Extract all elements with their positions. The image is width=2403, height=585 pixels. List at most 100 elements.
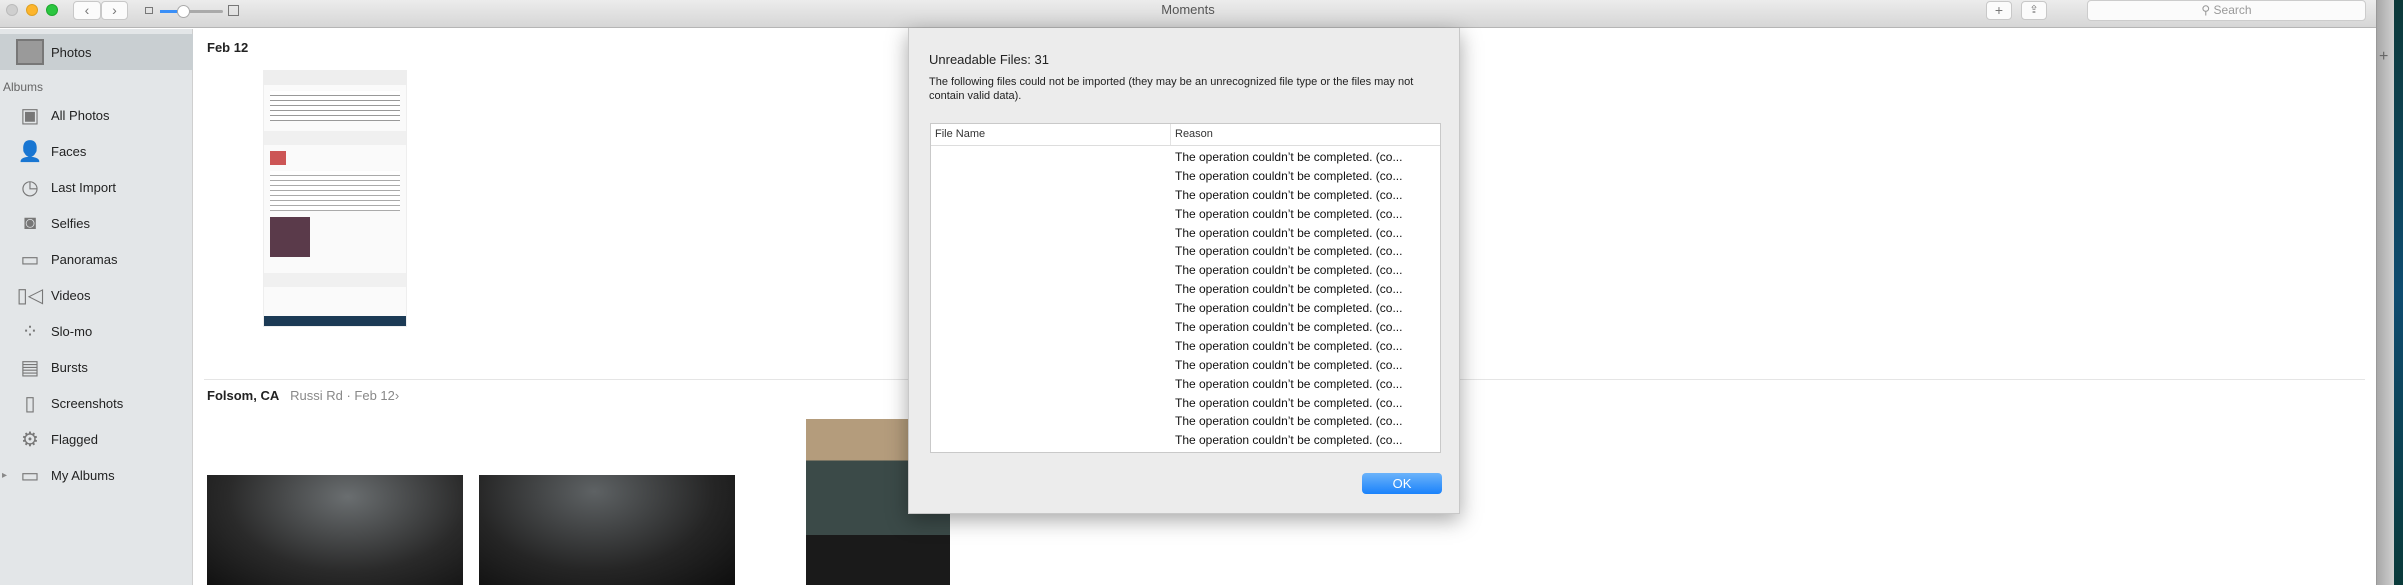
sidebar-item-slo-mo[interactable]: ⁘ Slo-mo [0,314,193,348]
search-field[interactable]: ⚲ Search [2087,0,2366,21]
table-row[interactable]: The operation couldn’t be completed. (co… [931,375,1440,394]
reason-cell: The operation couldn’t be completed. (co… [1175,301,1403,316]
column-header-reason[interactable]: Reason [1171,124,1213,145]
photo-thumbnail-screenshot[interactable] [263,70,407,327]
sidebar: Photos Albums ▣ All Photos 👤 Faces ◷ Last Imp… [0,29,193,585]
table-row[interactable]: The operation couldn’t be completed. (co… [931,299,1440,318]
table-row[interactable]: The operation couldn’t be completed. (co… [931,186,1440,205]
sidebar-item-photos[interactable]: Photos [0,34,193,70]
sidebar-item-videos[interactable]: ▯◁ Videos [0,278,193,312]
person-icon: 👤 [17,140,43,163]
file-name-cell [931,318,1171,337]
reason-cell: The operation couldn’t be completed. (co… [1175,225,1403,240]
bursts-icon: ▤ [20,356,40,379]
sidebar-item-label: Bursts [51,359,88,375]
photo-thumbnail[interactable] [479,475,735,585]
file-name-cell [931,280,1171,299]
photo-thumbnail[interactable] [207,475,463,585]
sidebar-item-label: Videos [51,287,91,303]
table-row[interactable]: The operation couldn’t be completed. (co… [931,280,1440,299]
table-row[interactable]: The operation couldn’t be completed. (co… [931,318,1440,337]
photos-icon [16,38,44,66]
sidebar-item-label: All Photos [51,107,110,123]
sidebar-item-selfies[interactable]: ◙ Selfies [0,206,193,240]
reason-cell: The operation couldn’t be completed. (co… [1175,150,1403,164]
video-icon: ▯◁ [16,284,44,307]
reason-cell: The operation couldn’t be completed. (co… [1175,187,1403,202]
reason-cell: The operation couldn’t be completed. (co… [1175,282,1403,297]
table-row[interactable]: The operation couldn’t be completed. (co… [931,431,1440,450]
share-button[interactable]: ⇪ [2021,1,2047,20]
file-name-cell [931,412,1171,431]
share-icon: ⇪ [2029,4,2039,16]
window-title: Moments [1161,2,1215,17]
table-row[interactable]: The operation couldn’t be completed. (co… [931,412,1440,431]
file-name-cell [931,299,1171,318]
file-name-cell [931,242,1171,261]
reason-cell: The operation couldn’t be completed. (co… [1175,395,1403,410]
reason-cell: The operation couldn’t be completed. (co… [1175,433,1403,448]
sidebar-item-label: Flagged [51,431,98,447]
sidebar-item-bursts[interactable]: ▤ Bursts [0,350,193,384]
sidebar-item-label: Faces [51,143,87,159]
reason-cell: The operation couldn’t be completed. (co… [1175,338,1403,353]
moment-date: Feb 12 [354,388,395,403]
reason-cell: The operation couldn’t be completed. (co… [1175,414,1403,429]
table-row[interactable]: The operation couldn’t be completed. (co… [931,242,1440,261]
sidebar-item-last-import[interactable]: ◷ Last Import [0,170,193,204]
sidebar-item-screenshots[interactable]: ▯ Screenshots [0,386,193,420]
gear-icon: ⚙ [21,428,39,451]
folder-icon: ▭ [20,464,40,487]
moment-sublocation: Russi Rd [290,388,343,403]
ok-button[interactable]: OK [1362,473,1442,494]
unreadable-files-table[interactable]: File Name Reason The operation couldn’t … [930,123,1441,453]
sidebar-item-my-albums[interactable]: ▸ ▭ My Albums [0,458,193,492]
table-row[interactable]: The operation couldn’t be completed. (co… [931,394,1440,413]
sidebar-item-panoramas[interactable]: ▭ Panoramas [0,242,193,276]
table-row[interactable]: The operation couldn’t be completed. (co… [931,261,1440,280]
sidebar-item-all-photos[interactable]: ▣ All Photos [0,98,193,132]
unreadable-files-dialog: Unreadable Files: 31 The following files… [908,28,1460,514]
search-icon: ⚲ [2201,3,2214,17]
table-row[interactable]: The operation couldn’t be completed. (co… [931,356,1440,375]
table-row[interactable]: The operation couldn’t be completed. (co… [931,224,1440,243]
table-row[interactable]: The operation couldn’t be completed. (co… [931,148,1440,167]
phone-icon: ▯ [24,392,36,415]
toolbar: ‹ › Moments + ⇪ ⚲ Search [0,0,2376,28]
sidebar-item-label: Screenshots [51,395,124,411]
sidebar-item-label: Last Import [51,179,117,195]
sidebar-item-flagged[interactable]: ⚙ Flagged [0,422,193,456]
moment-title: Feb 12 [207,40,249,55]
reason-cell: The operation couldn’t be completed. (co… [1175,376,1403,391]
table-row[interactable]: The operation couldn’t be completed. (co… [931,205,1440,224]
reason-cell: The operation couldn’t be completed. (co… [1175,263,1403,278]
dialog-title: Unreadable Files: 31 [929,52,1049,67]
table-row[interactable]: The operation couldn’t be completed. (co… [931,167,1440,186]
chevron-right-icon: › [394,388,400,403]
file-name-cell [931,394,1171,413]
stack-icon: ▣ [20,104,40,127]
panorama-icon: ▭ [20,248,40,271]
albums-section-label: Albums [3,80,44,94]
file-name-cell [931,167,1171,186]
add-button[interactable]: + [1986,1,2012,20]
desktop-background [2394,0,2403,585]
sidebar-item-label: Panoramas [51,251,118,267]
moment-title-folsom[interactable]: Folsom, CA Russi Rd · Feb 12› [207,388,399,403]
file-name-cell [931,375,1171,394]
background-window: + [2376,0,2394,585]
table-row[interactable]: The operation couldn’t be completed. (co… [931,337,1440,356]
file-name-cell [931,431,1171,450]
sidebar-item-label: Selfies [51,215,91,231]
camera-icon: ◙ [23,211,37,234]
disclosure-triangle-icon[interactable]: ▸ [2,470,7,481]
sidebar-item-label: Slo-mo [51,323,93,339]
reason-cell: The operation couldn’t be completed. (co… [1175,357,1403,372]
file-name-cell [931,186,1171,205]
reason-cell: The operation couldn’t be completed. (co… [1175,206,1403,221]
sidebar-item-faces[interactable]: 👤 Faces [0,134,193,168]
column-header-file-name[interactable]: File Name [931,124,1171,145]
search-placeholder: Search [2213,3,2252,17]
file-name-cell [931,205,1171,224]
photos-window: ‹ › Moments + ⇪ ⚲ Search Photos Albums ▣… [0,0,2376,585]
